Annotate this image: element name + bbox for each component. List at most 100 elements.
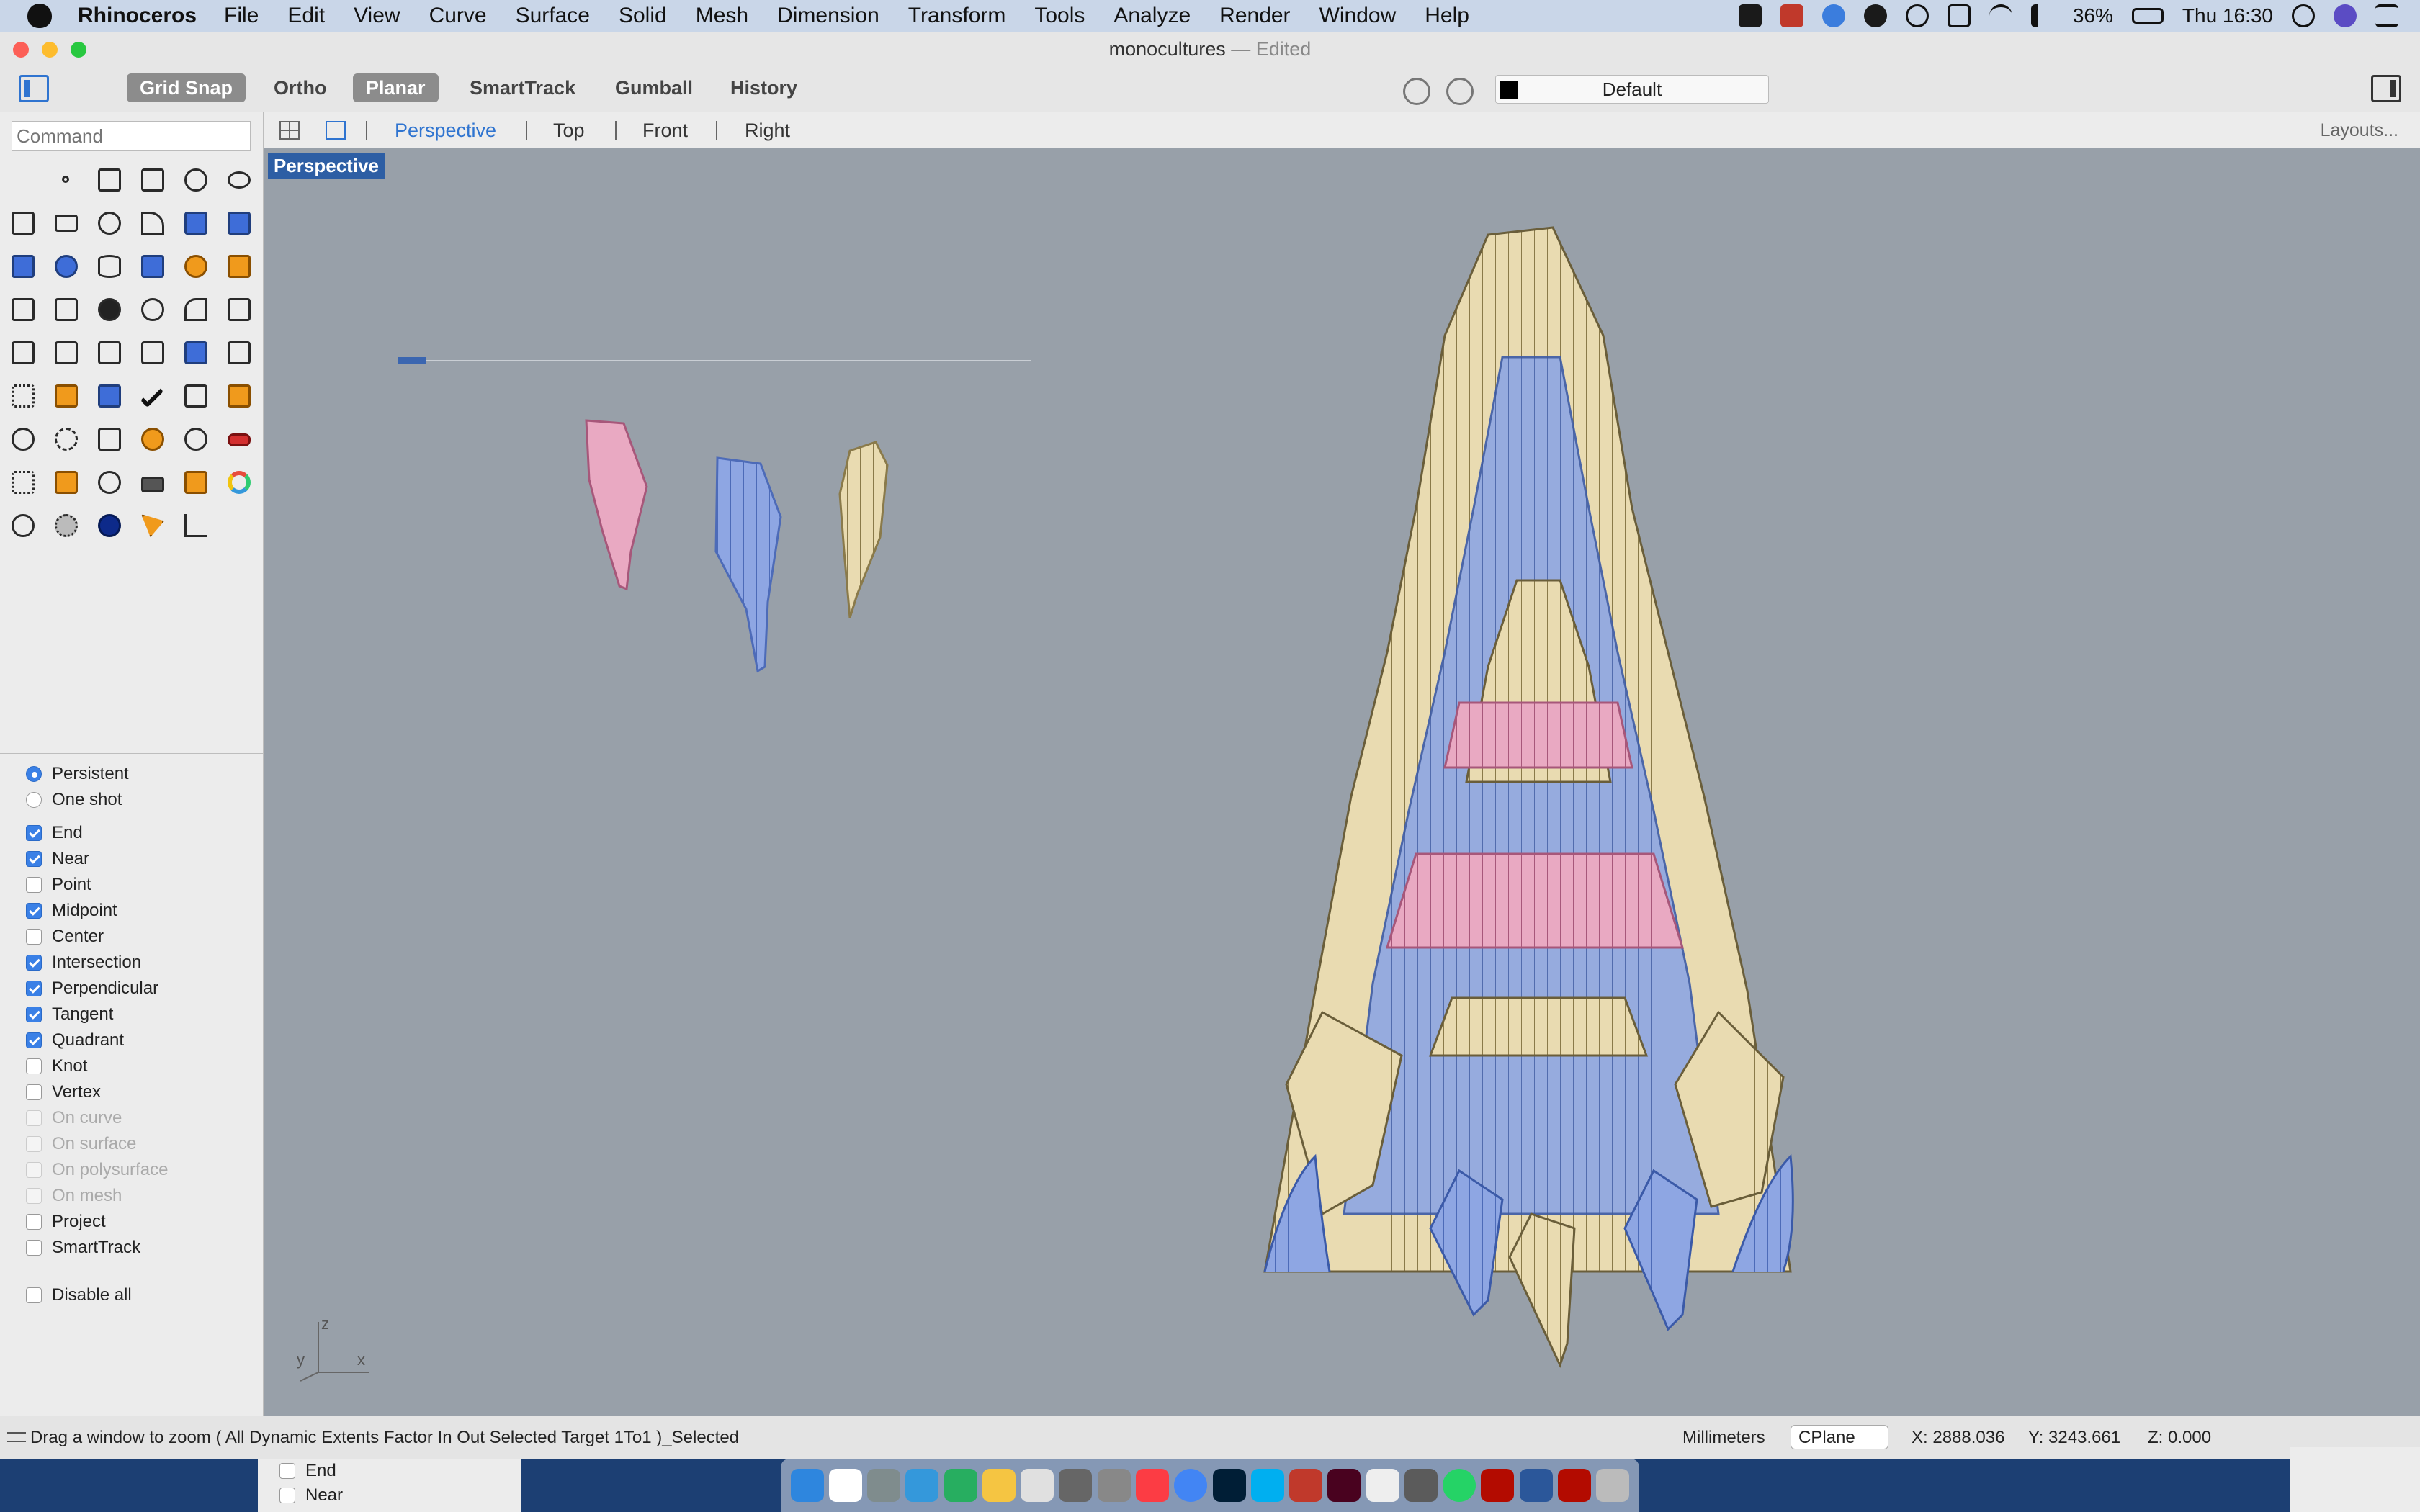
perspective-viewport[interactable]: Perspective z x y [264, 148, 2420, 1416]
menu-help[interactable]: Help [1425, 4, 1469, 28]
notes-icon[interactable] [982, 1469, 1016, 1502]
whatsapp-icon[interactable] [1443, 1469, 1476, 1502]
acrobat-icon[interactable] [1481, 1469, 1515, 1502]
finder-window-icon[interactable] [1404, 1469, 1438, 1502]
grammar-icon[interactable] [1821, 4, 1845, 27]
car-icon[interactable] [222, 422, 256, 456]
tab-right[interactable]: Right [745, 118, 790, 143]
right-panel-toggle-icon[interactable] [2371, 75, 2401, 102]
tab-top[interactable]: Top [553, 118, 585, 143]
loft-tool-icon[interactable] [222, 206, 256, 240]
grid-array-icon[interactable] [6, 379, 40, 413]
checkbox-icon[interactable] [26, 825, 42, 841]
explode-tool-icon[interactable] [222, 249, 256, 284]
apple-icon[interactable] [27, 4, 52, 28]
boolean-tool-icon[interactable] [49, 249, 84, 284]
ortho-button[interactable]: Ortho [261, 73, 340, 102]
osnap-end[interactable]: End [0, 820, 264, 846]
menu-solid[interactable]: Solid [619, 4, 667, 28]
blue-cell-piece[interactable] [714, 456, 782, 673]
lock-icon[interactable] [135, 465, 170, 500]
volume-icon[interactable] [2030, 4, 2054, 27]
rotate-view-icon[interactable] [179, 422, 213, 456]
rectangle-tool-icon[interactable] [49, 206, 84, 240]
ellipse-tool-icon[interactable] [222, 163, 256, 197]
numbers-icon[interactable] [944, 1469, 977, 1502]
grid-icon[interactable] [6, 465, 40, 500]
checkbox-icon[interactable] [26, 877, 42, 893]
unroll-tool-icon[interactable] [179, 379, 213, 413]
app-menu[interactable]: Rhinoceros [78, 4, 197, 28]
array-tool-icon[interactable] [92, 336, 127, 370]
photo-booth-icon[interactable] [1289, 1469, 1323, 1502]
zoom-icon[interactable] [71, 42, 86, 58]
analyze-tool-icon[interactable] [49, 379, 84, 413]
pink-cell-piece[interactable] [585, 419, 648, 591]
finder-icon[interactable] [790, 1469, 824, 1502]
trim-tool-icon[interactable] [6, 292, 40, 327]
check-icon[interactable] [135, 379, 170, 413]
notification-center-icon[interactable] [2375, 4, 2398, 27]
osnap-tangent[interactable]: Tangent [0, 1002, 264, 1027]
osnap-vertex[interactable]: Vertex [0, 1079, 264, 1105]
menu-view[interactable]: View [354, 4, 400, 28]
model-geometry[interactable] [264, 148, 2420, 1416]
osnap-project[interactable]: Project [0, 1209, 264, 1235]
filter-icon[interactable] [1446, 78, 1474, 105]
menu-file[interactable]: File [224, 4, 259, 28]
radio-icon[interactable] [26, 766, 42, 782]
osnap-center[interactable]: Center [0, 924, 264, 950]
wifi-icon[interactable] [1989, 4, 2012, 27]
group-tool-icon[interactable] [92, 292, 127, 327]
menu-tools[interactable]: Tools [1034, 4, 1085, 28]
tab-front[interactable]: Front [642, 118, 688, 143]
chrome-icon[interactable] [1174, 1469, 1208, 1502]
planar-button[interactable]: Planar [353, 73, 439, 102]
units-label[interactable]: Millimeters [1682, 1416, 1765, 1459]
music-icon[interactable] [1136, 1469, 1170, 1502]
mesh-tool-icon[interactable] [135, 249, 170, 284]
yellow-cell-piece[interactable] [838, 441, 889, 618]
cplane-select[interactable]: CPlane [1791, 1425, 1888, 1449]
osnap-one-shot[interactable]: One shot [0, 787, 264, 813]
wireframe-sphere-icon[interactable] [49, 508, 84, 543]
checkbox-icon[interactable] [26, 851, 42, 867]
osnap-quadrant[interactable]: Quadrant [0, 1027, 264, 1053]
menu-edit[interactable]: Edit [287, 4, 325, 28]
rendered-sphere-icon[interactable] [92, 508, 127, 543]
layer-tool-icon[interactable] [179, 465, 213, 500]
clock[interactable]: Thu 16:30 [2182, 4, 2273, 27]
rotate-tool-icon[interactable] [179, 292, 213, 327]
menu-render[interactable]: Render [1219, 4, 1290, 28]
checkbox-icon[interactable] [26, 929, 42, 945]
single-view-layout-icon[interactable] [326, 121, 346, 140]
layouts-button[interactable]: Layouts... [2321, 118, 2398, 143]
osnap-disable-all[interactable]: Disable all [0, 1282, 264, 1308]
gear-icon[interactable] [179, 249, 213, 284]
fillet-tool-icon[interactable] [135, 206, 170, 240]
curvature-tool-icon[interactable] [92, 379, 127, 413]
surface-tool-icon[interactable] [179, 206, 213, 240]
minimize-icon[interactable] [42, 42, 58, 58]
word-icon[interactable] [1519, 1469, 1553, 1502]
menu-dimension[interactable]: Dimension [777, 4, 879, 28]
scale-tool-icon[interactable] [222, 292, 256, 327]
osnap-smarttrack[interactable]: SmartTrack [0, 1235, 264, 1261]
cplane-tool-icon[interactable] [49, 465, 84, 500]
sidebar-toggle-icon[interactable] [19, 75, 49, 102]
checkbox-icon[interactable] [26, 1084, 42, 1100]
mail-icon[interactable] [867, 1469, 901, 1502]
osnap-persistent[interactable]: Persistent [0, 761, 264, 787]
record-history-icon[interactable] [1403, 78, 1430, 105]
render-material-icon[interactable] [222, 379, 256, 413]
point-tool-icon[interactable] [49, 163, 84, 197]
menu-analyze[interactable]: Analyze [1113, 4, 1191, 28]
command-input[interactable] [12, 121, 251, 151]
system-preferences-icon[interactable] [1059, 1469, 1093, 1502]
zoom-dynamic-icon[interactable] [49, 422, 84, 456]
osnap-midpoint[interactable]: Midpoint [0, 898, 264, 924]
history-button[interactable]: History [717, 73, 810, 102]
checkbox-icon[interactable] [26, 955, 42, 971]
osnap-point[interactable]: Point [0, 872, 264, 898]
radio-icon[interactable] [26, 792, 42, 808]
